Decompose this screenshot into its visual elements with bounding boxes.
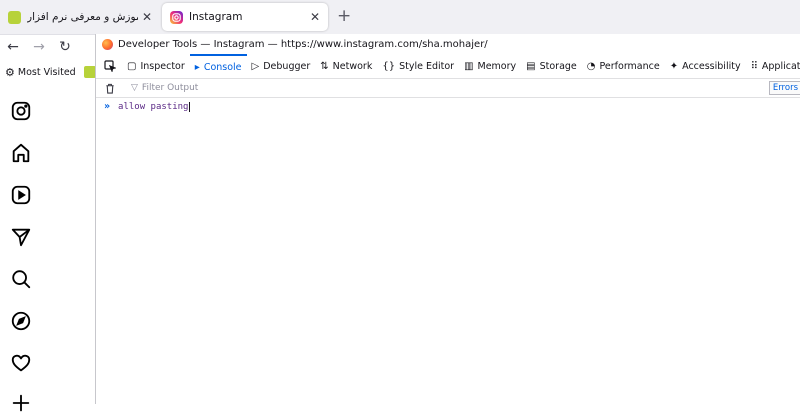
console-prompt-icon: » bbox=[104, 101, 111, 112]
element-picker-icon[interactable] bbox=[96, 54, 122, 78]
tab-title: انزل وب - آموزش و معرفی نرم افزار bbox=[27, 11, 138, 23]
tab-memory[interactable]: ▥ Memory bbox=[459, 54, 521, 78]
tab-label: Performance bbox=[599, 60, 660, 72]
errors-filter-button[interactable]: Errors bbox=[768, 81, 800, 95]
style-editor-icon: {} bbox=[382, 60, 396, 72]
gear-icon: ⚙ bbox=[5, 65, 15, 79]
devtools-title: Developer Tools — Instagram — https://ww… bbox=[118, 38, 488, 50]
inspector-icon: ▢ bbox=[127, 60, 137, 72]
storage-icon: ▤ bbox=[526, 60, 536, 72]
tab-title: Instagram bbox=[189, 11, 243, 23]
forward-icon[interactable]: → bbox=[26, 39, 52, 55]
tab-label: Storage bbox=[539, 60, 577, 72]
trash-icon[interactable] bbox=[103, 83, 117, 94]
tab-accessibility[interactable]: ✦ Accessibility bbox=[665, 54, 746, 78]
devtools-toolbar: ▢ Inspector ▸ Console ▷ Debugger ⇅ Network {… bbox=[96, 54, 800, 79]
messages-icon[interactable] bbox=[10, 226, 32, 248]
notifications-icon[interactable] bbox=[10, 352, 32, 374]
tab-storage[interactable]: ▤ Storage bbox=[521, 54, 582, 78]
console-input-line[interactable]: » allow pasting bbox=[104, 101, 191, 112]
tab-label: Memory bbox=[477, 60, 517, 72]
close-tab-icon[interactable]: ✕ bbox=[310, 10, 320, 24]
back-icon[interactable]: ← bbox=[0, 39, 26, 55]
tab-style-editor[interactable]: {} Style Editor bbox=[377, 54, 459, 78]
instagram-favicon bbox=[170, 10, 183, 24]
console-input-text[interactable]: allow pasting bbox=[118, 102, 188, 112]
text-caret bbox=[189, 101, 191, 112]
home-icon[interactable] bbox=[10, 142, 32, 164]
tab-performance[interactable]: ◔ Performance bbox=[582, 54, 665, 78]
tab-application[interactable]: ⠿Application bbox=[746, 54, 800, 78]
most-visited-bookmark[interactable]: Most Visited bbox=[18, 67, 76, 78]
network-icon: ⇅ bbox=[320, 60, 329, 72]
tab-label: Accessibility bbox=[682, 60, 741, 72]
tab-instagram[interactable]: Instagram ✕ bbox=[162, 3, 328, 31]
debugger-icon: ▷ bbox=[251, 60, 260, 72]
tab-console[interactable]: ▸ Console bbox=[189, 54, 247, 78]
tab-inspector[interactable]: ▢ Inspector bbox=[122, 54, 190, 78]
tab-anzalweb[interactable]: انزل وب - آموزش و معرفی نرم افزار ✕ bbox=[0, 3, 160, 31]
instagram-logo-icon[interactable] bbox=[10, 100, 32, 122]
tab-label: Inspector bbox=[140, 60, 185, 72]
reels-icon[interactable] bbox=[10, 184, 32, 206]
new-tab-icon[interactable]: + bbox=[337, 6, 351, 26]
tab-label: Application bbox=[761, 60, 800, 72]
devtools-titlebar: Developer Tools — Instagram — https://ww… bbox=[96, 34, 800, 54]
filter-placeholder: Filter Output bbox=[141, 83, 199, 93]
tab-network[interactable]: ⇅ Network bbox=[315, 54, 377, 78]
green-site-favicon[interactable] bbox=[83, 66, 96, 78]
close-tab-icon[interactable]: ✕ bbox=[142, 10, 152, 24]
search-icon[interactable] bbox=[10, 268, 32, 290]
tab-label: Debugger bbox=[263, 60, 311, 72]
instagram-sidebar bbox=[0, 84, 96, 412]
performance-icon: ◔ bbox=[586, 60, 596, 72]
tab-label: Console bbox=[203, 61, 242, 73]
console-icon: ▸ bbox=[194, 61, 200, 73]
browser-nav: ← → ↻ bbox=[0, 34, 96, 60]
create-icon[interactable] bbox=[10, 392, 32, 414]
accessibility-icon: ✦ bbox=[669, 60, 679, 72]
tab-debugger[interactable]: ▷ Debugger bbox=[247, 54, 316, 78]
devtools-window: Developer Tools — Instagram — https://ww… bbox=[95, 34, 800, 404]
filter-icon: ▽ bbox=[131, 83, 138, 93]
tab-label: Network bbox=[332, 60, 373, 72]
application-icon: ⠿ bbox=[750, 60, 758, 72]
tab-label: Style Editor bbox=[399, 60, 455, 72]
console-filter-bar: ▽ Filter Output Errors bbox=[96, 79, 800, 98]
browser-tab-strip: انزل وب - آموزش و معرفی نرم افزار ✕ Inst… bbox=[0, 0, 800, 35]
firefox-logo-icon bbox=[102, 38, 113, 50]
memory-icon: ▥ bbox=[464, 60, 474, 72]
green-site-favicon bbox=[8, 10, 21, 24]
filter-output-input[interactable]: ▽ Filter Output bbox=[131, 83, 198, 93]
bookmarks-bar: ⚙ Most Visited bbox=[0, 62, 96, 82]
reload-icon[interactable]: ↻ bbox=[52, 39, 78, 55]
explore-icon[interactable] bbox=[10, 310, 32, 332]
